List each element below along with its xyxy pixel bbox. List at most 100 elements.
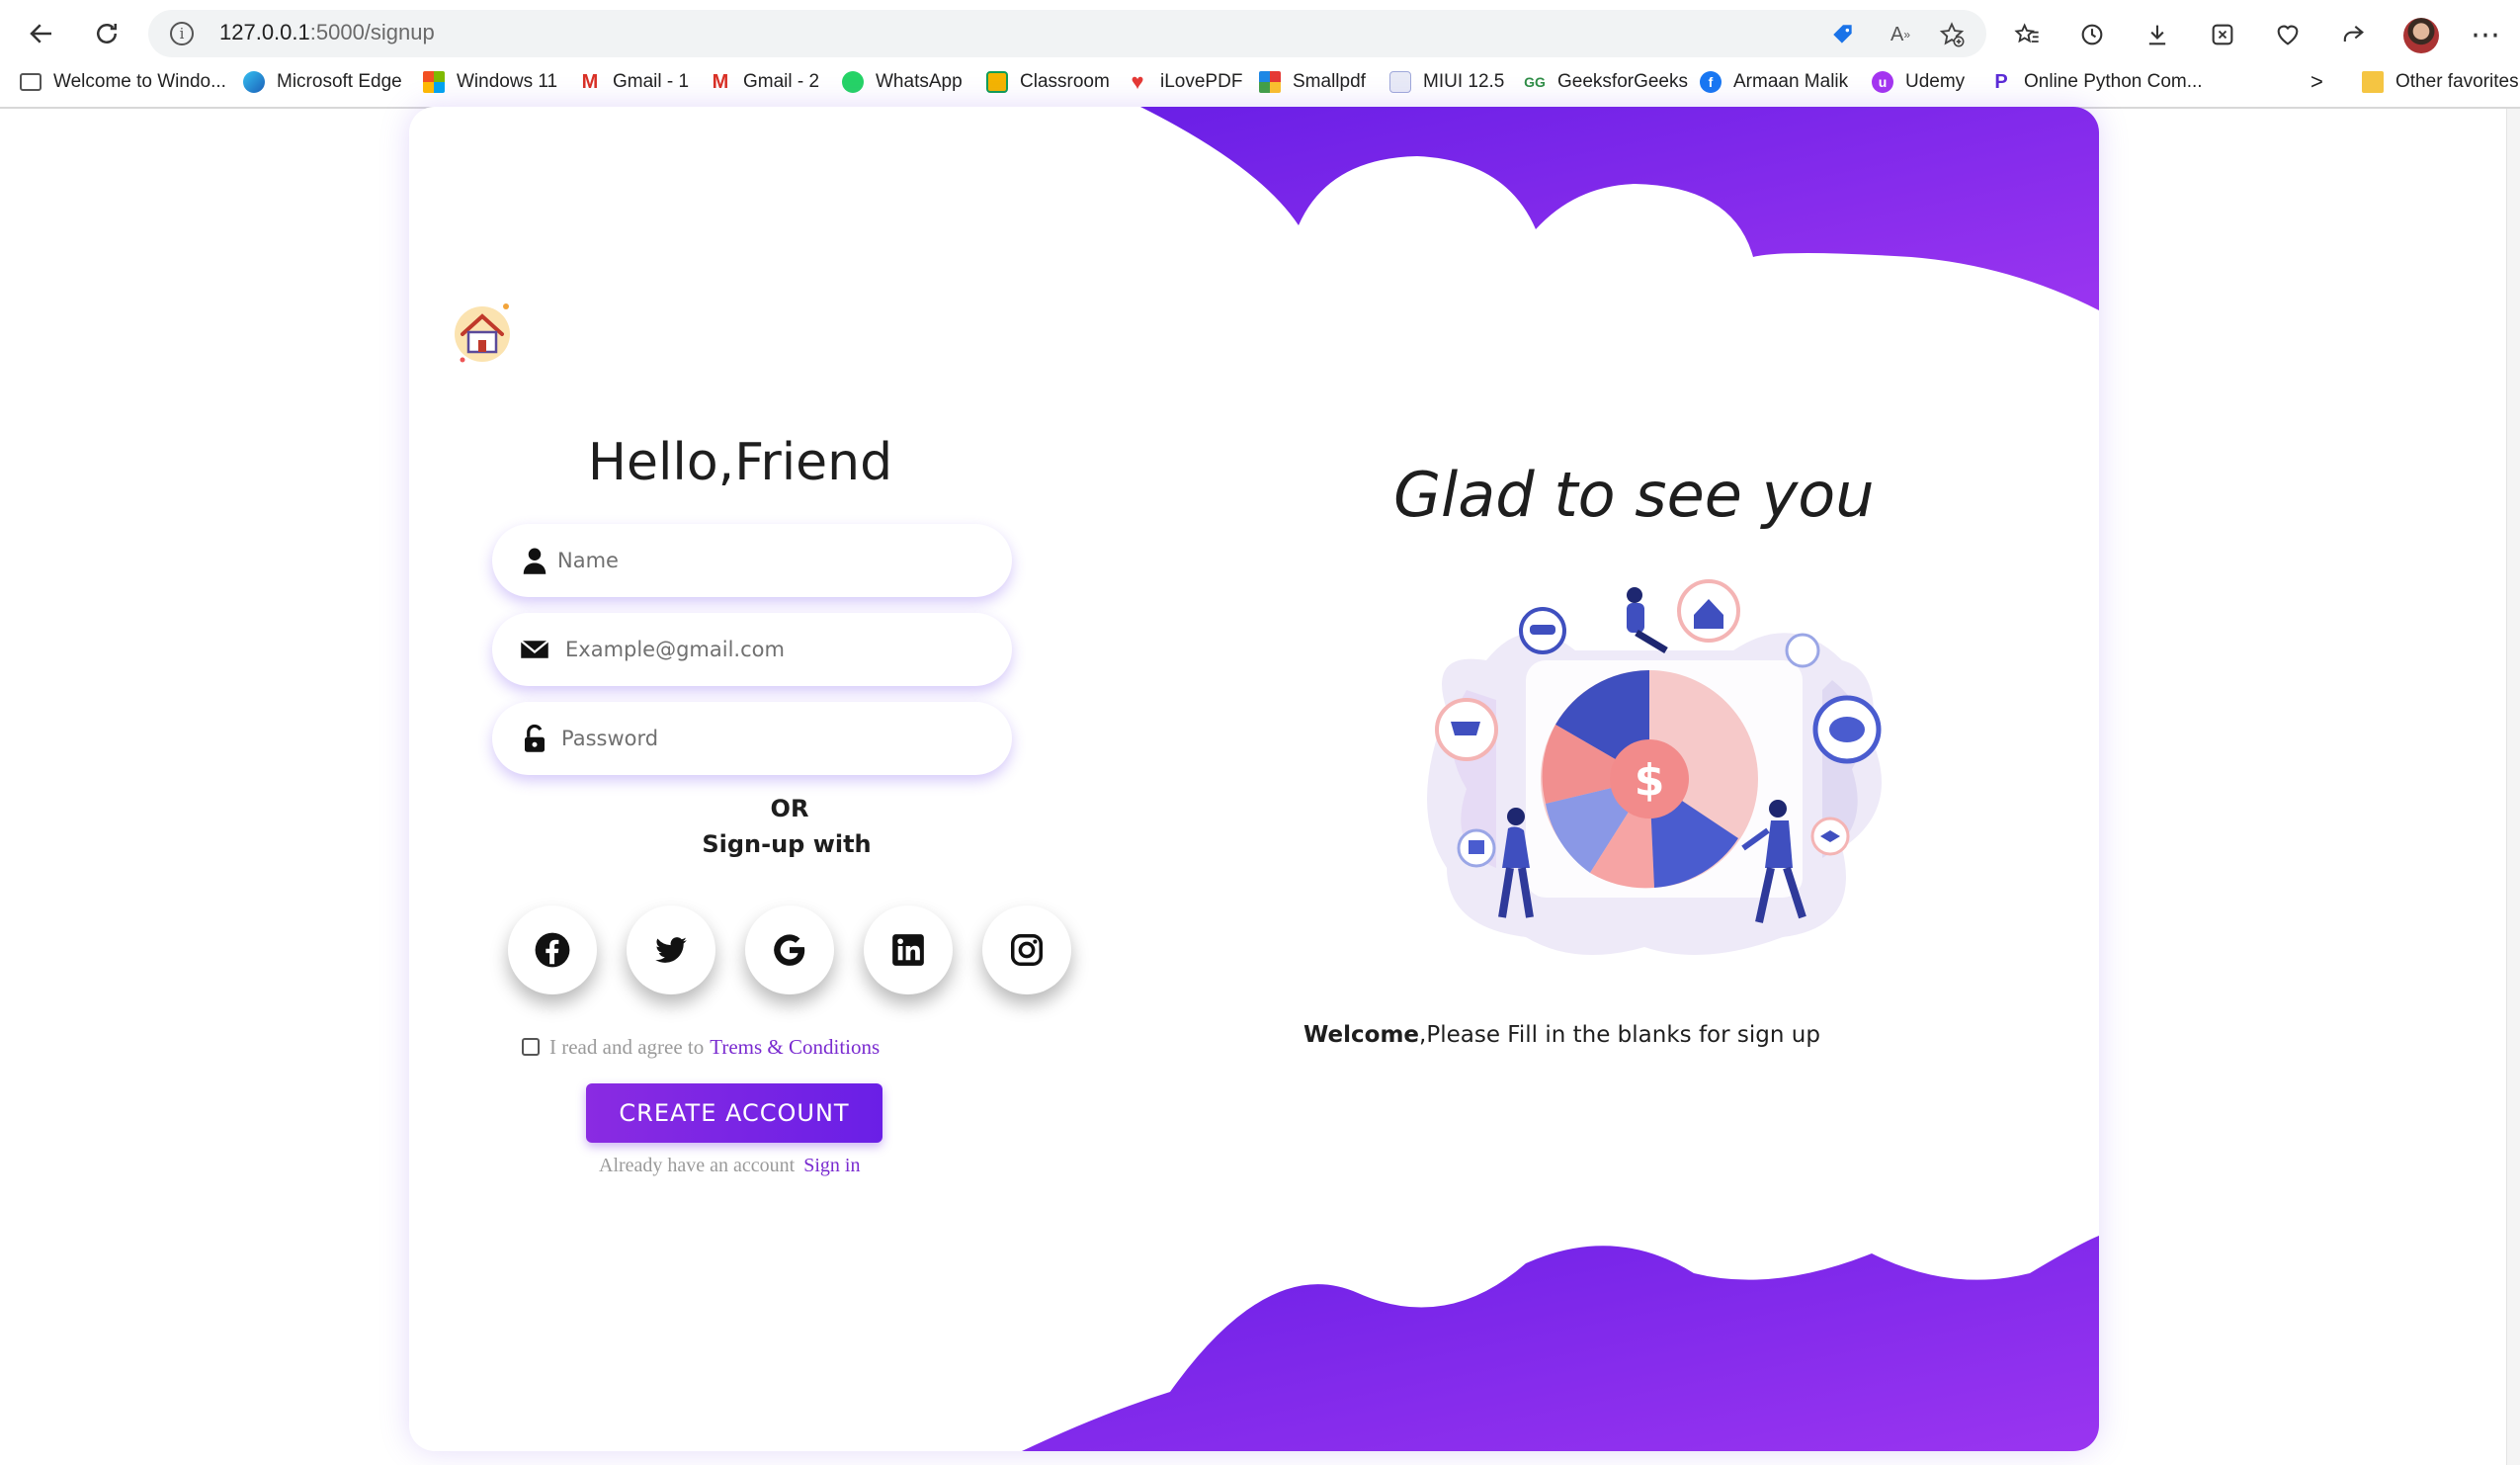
- heart-pulse-icon[interactable]: [2271, 18, 2305, 51]
- bookmark-label: WhatsApp: [876, 71, 963, 92]
- heart-icon: ♥: [1131, 69, 1144, 94]
- bookmark-label: GeeksforGeeks: [1557, 71, 1688, 92]
- refresh-icon: [97, 24, 117, 43]
- url-path: :5000/signup: [309, 20, 435, 44]
- facebook-icon: f: [1700, 71, 1722, 93]
- bookmark-item[interactable]: ♥ iLovePDF: [1127, 67, 1242, 97]
- bookmark-label: Udemy: [1905, 71, 1966, 92]
- share-icon[interactable]: [2336, 18, 2370, 51]
- instagram-button[interactable]: [982, 905, 1071, 994]
- welcome-bold: Welcome: [1303, 1022, 1420, 1048]
- python-icon: P: [1994, 70, 2008, 93]
- whatsapp-icon: [842, 71, 864, 93]
- bookmark-item[interactable]: Welcome to Windo...: [20, 67, 226, 97]
- page-icon: [20, 73, 42, 91]
- or-label: OR: [770, 795, 809, 822]
- star-add-icon[interactable]: [1937, 20, 1967, 49]
- password-field[interactable]: [492, 702, 1012, 775]
- read-aloud-icon[interactable]: A»: [1886, 20, 1915, 49]
- password-input[interactable]: [561, 716, 986, 761]
- email-input[interactable]: [565, 627, 990, 672]
- finance-illustration: $: [1427, 579, 1882, 955]
- terms-text: I read and agree to: [549, 1034, 705, 1059]
- bookmark-item[interactable]: GG GeeksforGeeks: [1524, 67, 1688, 97]
- bookmark-label: Gmail - 2: [743, 71, 820, 92]
- signin-link[interactable]: Sign in: [803, 1155, 860, 1176]
- bookmark-item[interactable]: Microsoft Edge: [243, 67, 402, 97]
- bookmark-label: MIUI 12.5: [1423, 71, 1505, 92]
- welcome-title: Glad to see you: [1393, 459, 1875, 531]
- bookmark-item[interactable]: M Gmail - 2: [710, 67, 819, 97]
- bookmark-label: iLovePDF: [1160, 71, 1243, 92]
- already-text: Already have an account: [599, 1155, 796, 1176]
- edge-icon: [243, 71, 265, 93]
- terms-checkbox[interactable]: [522, 1038, 540, 1056]
- bookmark-item[interactable]: WhatsApp: [842, 67, 963, 97]
- twitter-icon: [655, 937, 687, 963]
- url-host: 127.0.0.1: [219, 20, 310, 44]
- history-icon[interactable]: [2075, 18, 2109, 51]
- refresh-button[interactable]: [87, 14, 126, 53]
- udemy-icon: u: [1872, 71, 1893, 93]
- address-bar[interactable]: i 127.0.0.1:5000/signup A»: [148, 10, 1986, 57]
- download-icon[interactable]: [2141, 18, 2174, 51]
- terms-row: I read and agree to Trems & Conditions: [522, 1032, 880, 1062]
- windows-icon: [423, 71, 445, 93]
- signup-card: Hello,Friend OR Sign-up with I read and …: [409, 107, 2099, 1451]
- bookmark-item[interactable]: Smallpdf: [1259, 67, 1366, 97]
- folder-icon: [2362, 71, 2384, 93]
- scrollbar[interactable]: [2506, 109, 2520, 1465]
- terms-link[interactable]: Trems & Conditions: [710, 1035, 880, 1060]
- extensions-icon[interactable]: [2206, 18, 2239, 51]
- signup-with-label: Sign-up with: [702, 830, 872, 858]
- gfg-icon: GG: [1524, 74, 1546, 90]
- arrow-left-icon: [30, 24, 51, 43]
- already-account-row: Already have an account Sign in: [599, 1155, 860, 1177]
- bookmark-item[interactable]: u Udemy: [1872, 67, 1965, 97]
- bookmark-label: Microsoft Edge: [277, 71, 402, 92]
- bookmark-item[interactable]: Classroom: [986, 67, 1110, 97]
- bookmark-item[interactable]: M Gmail - 1: [579, 67, 689, 97]
- tag-icon[interactable]: [1828, 20, 1858, 49]
- welcome-message: Welcome,Please Fill in the blanks for si…: [1303, 1022, 1820, 1048]
- name-field[interactable]: [492, 524, 1012, 597]
- browser-toolbar: i 127.0.0.1:5000/signup A» ⋯: [0, 4, 2520, 61]
- google-button[interactable]: [745, 905, 834, 994]
- back-button[interactable]: [22, 14, 61, 53]
- bookmark-item[interactable]: P Online Python Com...: [1990, 67, 2202, 97]
- form-title: Hello,Friend: [587, 433, 893, 492]
- welcome-text: ,Please Fill in the blanks for sign up: [1419, 1022, 1820, 1048]
- create-account-button[interactable]: CREATE ACCOUNT: [586, 1083, 882, 1143]
- home-icon[interactable]: [449, 299, 516, 366]
- lock-open-icon: [525, 724, 545, 752]
- bookmark-label: Armaan Malik: [1733, 71, 1849, 92]
- name-input[interactable]: [557, 538, 982, 583]
- svg-text:$: $: [1635, 755, 1665, 806]
- bookmarks-more-button[interactable]: >: [2310, 67, 2323, 97]
- bookmark-label: Smallpdf: [1293, 71, 1366, 92]
- linkedin-icon: [892, 934, 924, 966]
- browser-chrome: i 127.0.0.1:5000/signup A» ⋯ Welcome to …: [0, 0, 2520, 109]
- bookmark-item[interactable]: f Armaan Malik: [1700, 67, 1848, 97]
- chevron-right-icon: >: [2310, 69, 2323, 94]
- envelope-icon: [520, 640, 549, 658]
- facebook-button[interactable]: [508, 905, 597, 994]
- miui-icon: [1389, 71, 1411, 93]
- linkedin-button[interactable]: [864, 905, 953, 994]
- other-favorites[interactable]: Other favorites: [2362, 67, 2519, 97]
- user-icon: [523, 548, 546, 574]
- other-favorites-label: Other favorites: [2395, 71, 2519, 92]
- bookmark-label: Gmail - 1: [613, 71, 690, 92]
- bookmark-item[interactable]: MIUI 12.5: [1389, 67, 1504, 97]
- favorites-icon[interactable]: [2010, 18, 2044, 51]
- gmail-icon: M: [712, 70, 729, 93]
- google-icon: [774, 934, 805, 966]
- twitter-button[interactable]: [627, 905, 715, 994]
- more-icon[interactable]: ⋯: [2469, 18, 2502, 52]
- info-icon[interactable]: i: [170, 22, 194, 45]
- url-text[interactable]: 127.0.0.1:5000/signup: [219, 20, 435, 45]
- gmail-icon: M: [581, 70, 599, 93]
- email-field[interactable]: [492, 613, 1012, 686]
- profile-avatar[interactable]: [2403, 18, 2439, 53]
- bookmark-item[interactable]: Windows 11: [423, 67, 557, 97]
